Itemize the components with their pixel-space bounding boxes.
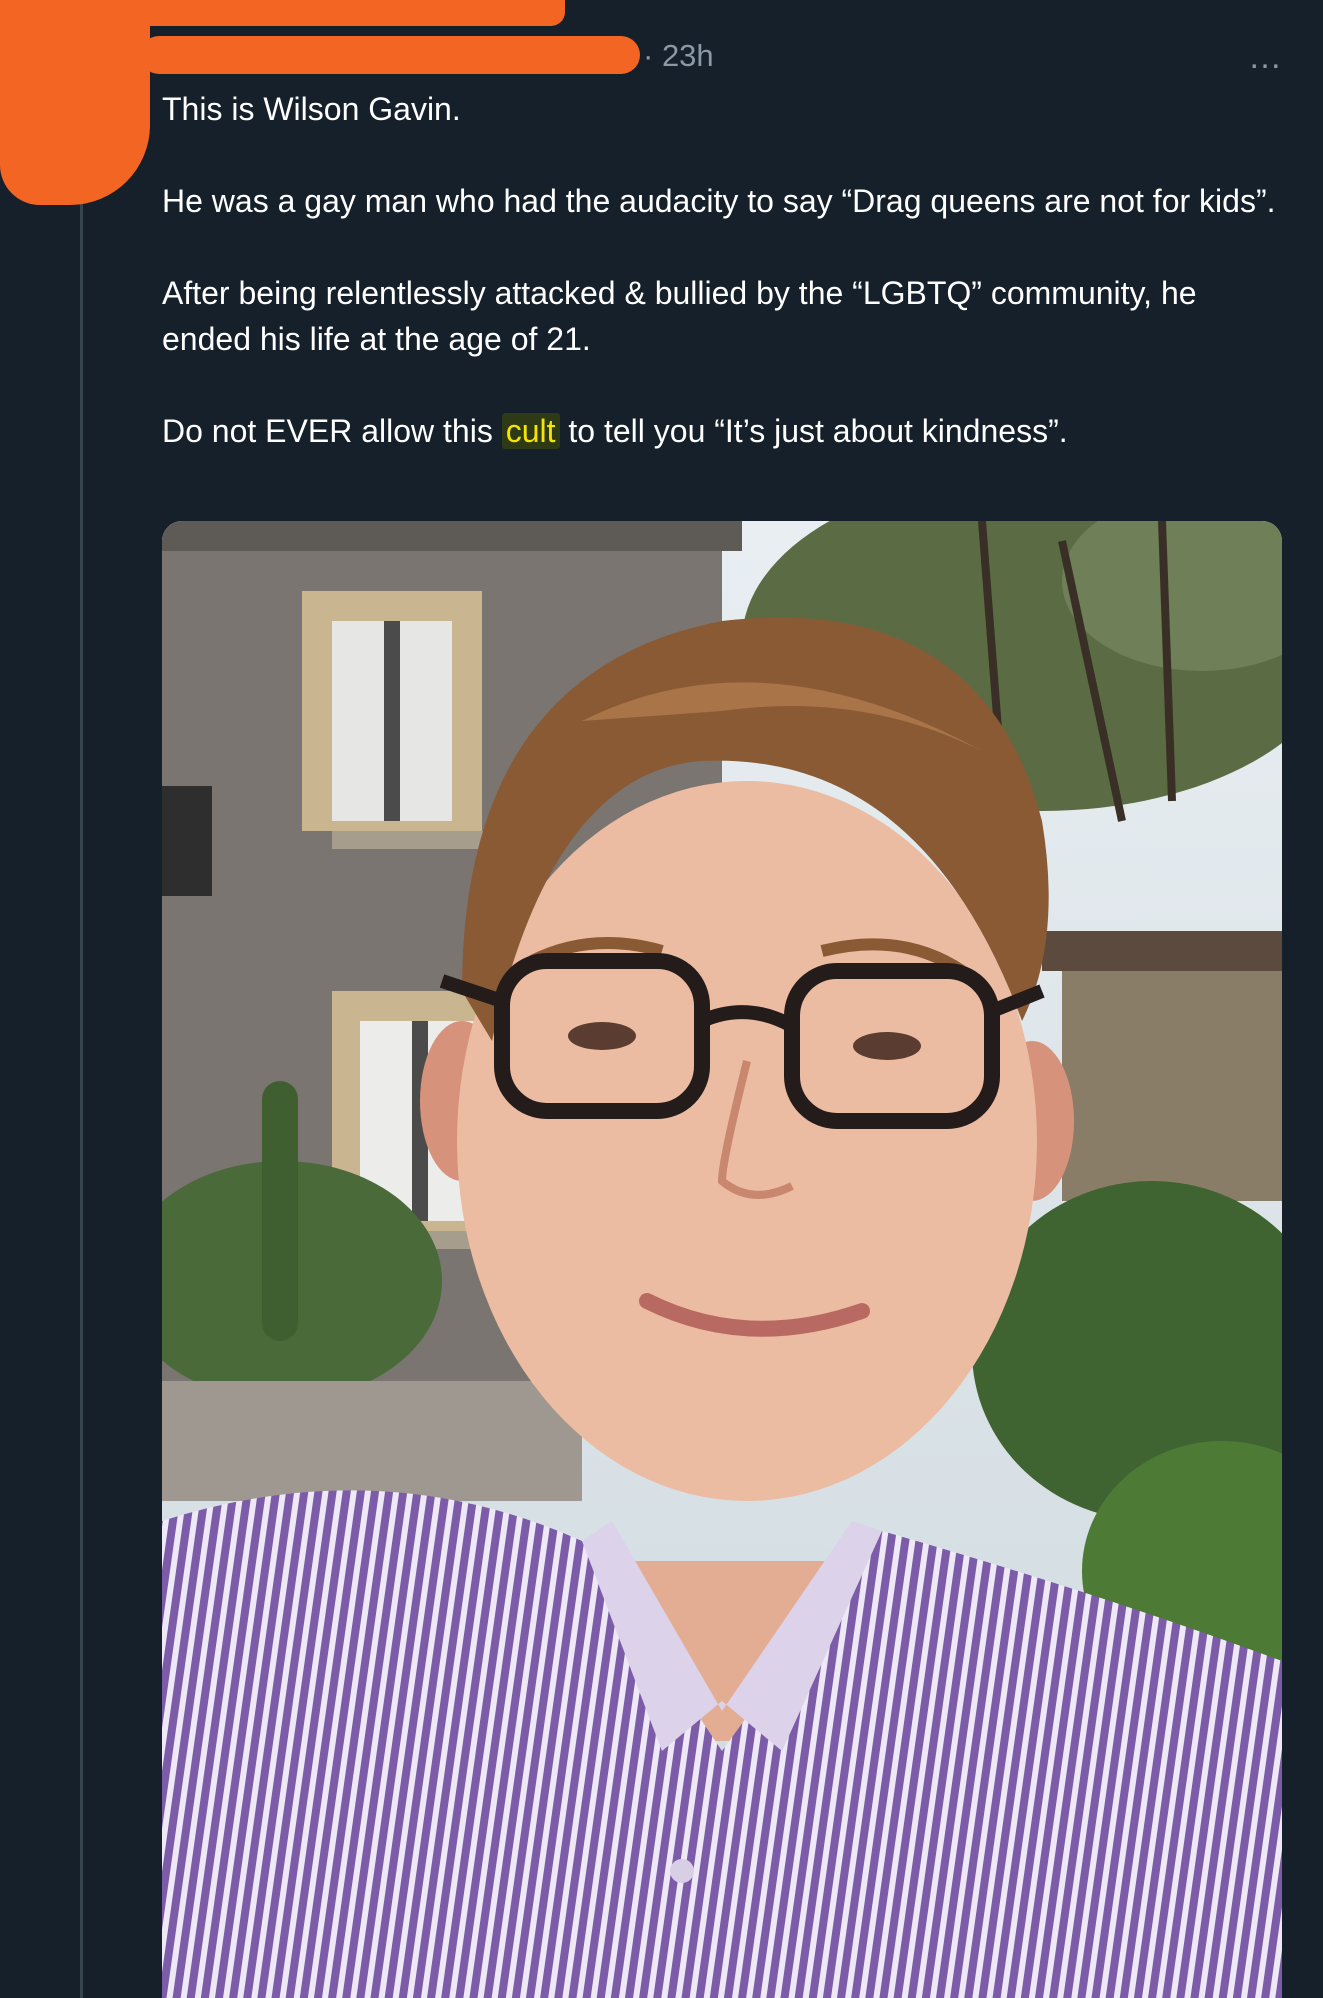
tweet-timestamp[interactable]: · 23h <box>643 38 714 74</box>
timestamp-text: 23h <box>661 38 714 73</box>
more-options-icon[interactable]: … <box>1248 40 1283 74</box>
tweet-paragraph: After being relentlessly attacked & bull… <box>162 275 1197 357</box>
tweet-paragraph: He was a gay man who had the audacity to… <box>162 183 1276 219</box>
separator-dot: · <box>643 38 662 73</box>
tweet-text: This is Wilson Gavin. He was a gay man w… <box>162 86 1282 500</box>
highlighted-word: cult <box>501 413 560 449</box>
thread-line <box>80 180 83 1998</box>
paragraph-text: Do not EVER allow this <box>162 413 502 449</box>
paragraph-text: to tell you “It’s just about kindness”. <box>559 413 1068 449</box>
tweet-photo[interactable] <box>162 521 1282 1998</box>
tweet-paragraph: Do not EVER allow this cult to tell you … <box>162 408 1282 454</box>
portrait-photo <box>162 521 1282 1998</box>
tweet-paragraph: This is Wilson Gavin. <box>162 91 461 127</box>
